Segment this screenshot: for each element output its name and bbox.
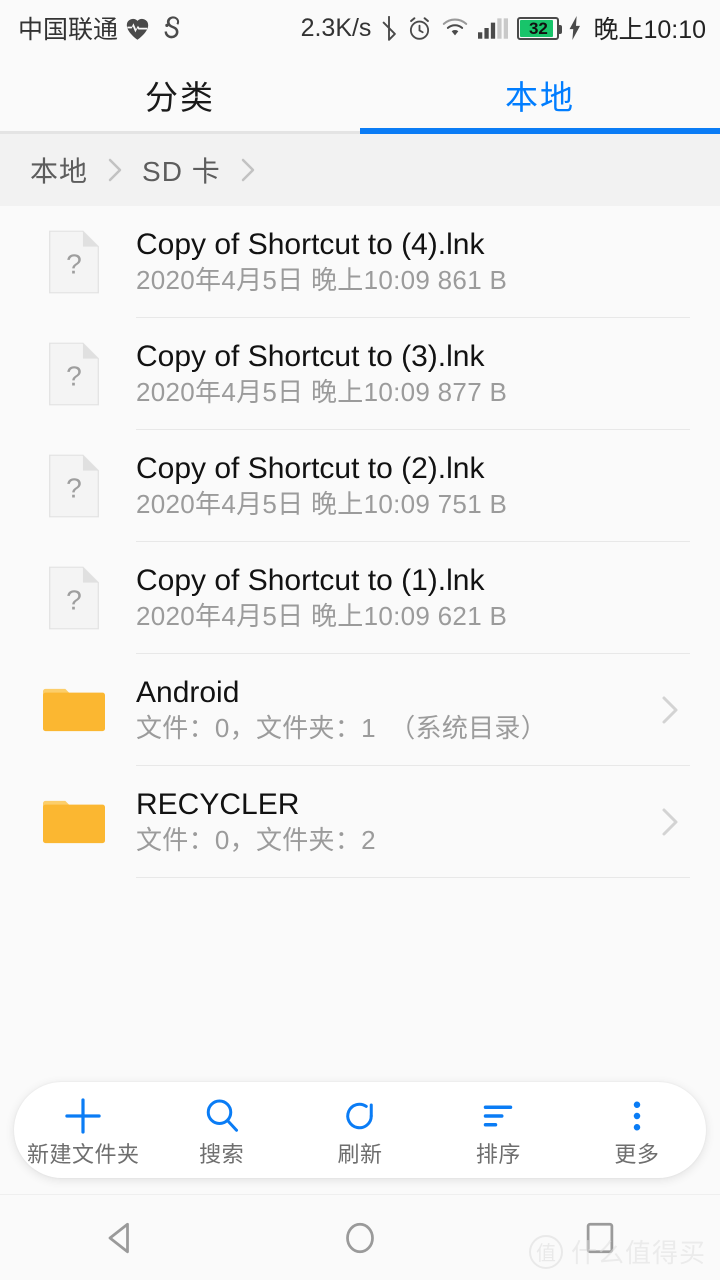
- more-label: 更多: [614, 1142, 660, 1167]
- table-row[interactable]: Android 文件：0，文件夹：1 （系统目录）: [0, 654, 720, 766]
- unknown-file-icon: ?: [42, 562, 106, 634]
- folder-icon: [42, 786, 106, 858]
- network-speed-label: 2.3K/s: [300, 13, 372, 42]
- file-meta: 2020年4月5日 晚上10:09 621 B: [136, 601, 508, 632]
- chevron-right-icon-trailing: [227, 155, 269, 185]
- unknown-file-icon: ?: [42, 450, 106, 522]
- watermark-text: 什么值得买: [570, 1238, 706, 1268]
- row-divider: [136, 877, 690, 878]
- search-button[interactable]: 搜索: [152, 1082, 290, 1178]
- bottom-toolbar-area: 新建文件夹 搜索 刷新 排序 更多: [0, 1074, 720, 1194]
- search-label: 搜索: [199, 1142, 245, 1167]
- table-row[interactable]: ? Copy of Shortcut to (3).lnk 2020年4月5日 …: [0, 318, 720, 430]
- file-name: Copy of Shortcut to (2).lnk: [136, 451, 485, 485]
- charging-bolt-icon: [568, 16, 582, 40]
- svg-text:?: ?: [66, 585, 82, 616]
- table-row[interactable]: RECYCLER 文件：0，文件夹：2: [0, 766, 720, 878]
- file-list: ? Copy of Shortcut to (4).lnk 2020年4月5日 …: [0, 206, 720, 1074]
- new-folder-label: 新建文件夹: [26, 1142, 140, 1167]
- watermark: 值 什么值得买: [528, 1233, 706, 1270]
- back-icon[interactable]: [0, 1218, 240, 1258]
- search-icon: [202, 1094, 242, 1138]
- bottom-toolbar: 新建文件夹 搜索 刷新 排序 更多: [14, 1082, 706, 1178]
- svg-text:?: ?: [66, 473, 82, 504]
- row-text: Copy of Shortcut to (1).lnk 2020年4月5日 晚上…: [136, 564, 690, 632]
- breadcrumb: 本地 SD 卡: [0, 134, 720, 206]
- more-button[interactable]: 更多: [568, 1082, 706, 1178]
- watermark-logo: 值: [528, 1234, 563, 1269]
- file-name: Copy of Shortcut to (3).lnk: [136, 339, 485, 373]
- tab-active-indicator: [360, 128, 720, 134]
- row-text: Android 文件：0，文件夹：1 （系统目录）: [136, 676, 650, 744]
- sort-button[interactable]: 排序: [429, 1082, 567, 1178]
- battery-level-label: 32: [528, 18, 548, 38]
- file-meta: 2020年4月5日 晚上10:09 861 B: [136, 265, 508, 296]
- unknown-file-icon: ?: [42, 226, 106, 298]
- refresh-icon: [340, 1094, 380, 1138]
- table-row[interactable]: ? Copy of Shortcut to (2).lnk 2020年4月5日 …: [0, 430, 720, 542]
- breadcrumb-item-sdcard[interactable]: SD 卡: [138, 150, 225, 190]
- row-text: Copy of Shortcut to (3).lnk 2020年4月5日 晚上…: [136, 340, 690, 408]
- alarm-icon: [407, 16, 432, 41]
- folder-meta: 文件：0，文件夹：1 （系统目录）: [136, 713, 548, 744]
- unknown-file-icon: ?: [42, 338, 106, 410]
- table-row[interactable]: ? Copy of Shortcut to (1).lnk 2020年4月5日 …: [0, 542, 720, 654]
- folder-meta: 文件：0，文件夹：2: [136, 825, 376, 856]
- bluetooth-icon: [380, 15, 398, 41]
- sort-label: 排序: [475, 1142, 521, 1167]
- phone-screen: 中国联通 2.3K/s 32 晚上10:10 分类 本地 本地 SD 卡 ? C…: [0, 0, 720, 1280]
- folder-name: RECYCLER: [136, 787, 300, 821]
- android-navigation-bar: 值 什么值得买: [0, 1194, 720, 1280]
- status-bar-left: 中国联通: [18, 10, 185, 46]
- tab-underline-inactive: [0, 131, 360, 134]
- folder-icon: [42, 674, 106, 746]
- row-text: Copy of Shortcut to (4).lnk 2020年4月5日 晚上…: [136, 228, 690, 296]
- new-folder-button[interactable]: 新建文件夹: [14, 1082, 152, 1178]
- tab-bar: 分类 本地: [0, 56, 720, 134]
- breadcrumb-item-local[interactable]: 本地: [26, 150, 92, 190]
- heart-rate-icon: [124, 16, 151, 41]
- clock-label: 晚上10:10: [593, 16, 706, 44]
- wifi-icon: [441, 16, 469, 40]
- chevron-right-icon: [650, 692, 690, 728]
- file-meta: 2020年4月5日 晚上10:09 877 B: [136, 377, 508, 408]
- table-row[interactable]: ? Copy of Shortcut to (4).lnk 2020年4月5日 …: [0, 206, 720, 318]
- chevron-right-icon: [94, 155, 136, 185]
- more-icon: [617, 1094, 657, 1138]
- sort-icon: [478, 1094, 518, 1138]
- svg-text:?: ?: [66, 361, 82, 392]
- tab-local[interactable]: 本地: [360, 56, 720, 134]
- status-bar: 中国联通 2.3K/s 32 晚上10:10: [0, 0, 720, 56]
- status-bar-right: 2.3K/s 32 晚上10:10: [301, 10, 706, 46]
- file-name: Copy of Shortcut to (1).lnk: [136, 563, 485, 597]
- row-text: Copy of Shortcut to (2).lnk 2020年4月5日 晚上…: [136, 452, 690, 520]
- chevron-right-icon: [650, 804, 690, 840]
- refresh-button[interactable]: 刷新: [291, 1082, 429, 1178]
- file-name: Copy of Shortcut to (4).lnk: [136, 227, 485, 261]
- battery-icon: 32: [517, 16, 563, 40]
- folder-name: Android: [136, 675, 240, 709]
- file-meta: 2020年4月5日 晚上10:09 751 B: [136, 489, 508, 520]
- svg-text:?: ?: [66, 249, 82, 280]
- plus-icon: [62, 1094, 104, 1138]
- tab-categories[interactable]: 分类: [0, 56, 360, 134]
- uc-browser-icon: [157, 15, 185, 41]
- home-icon[interactable]: [240, 1218, 480, 1258]
- row-text: RECYCLER 文件：0，文件夹：2: [136, 788, 650, 856]
- carrier-label: 中国联通: [18, 16, 119, 44]
- signal-icon: [478, 16, 509, 40]
- refresh-label: 刷新: [337, 1142, 383, 1167]
